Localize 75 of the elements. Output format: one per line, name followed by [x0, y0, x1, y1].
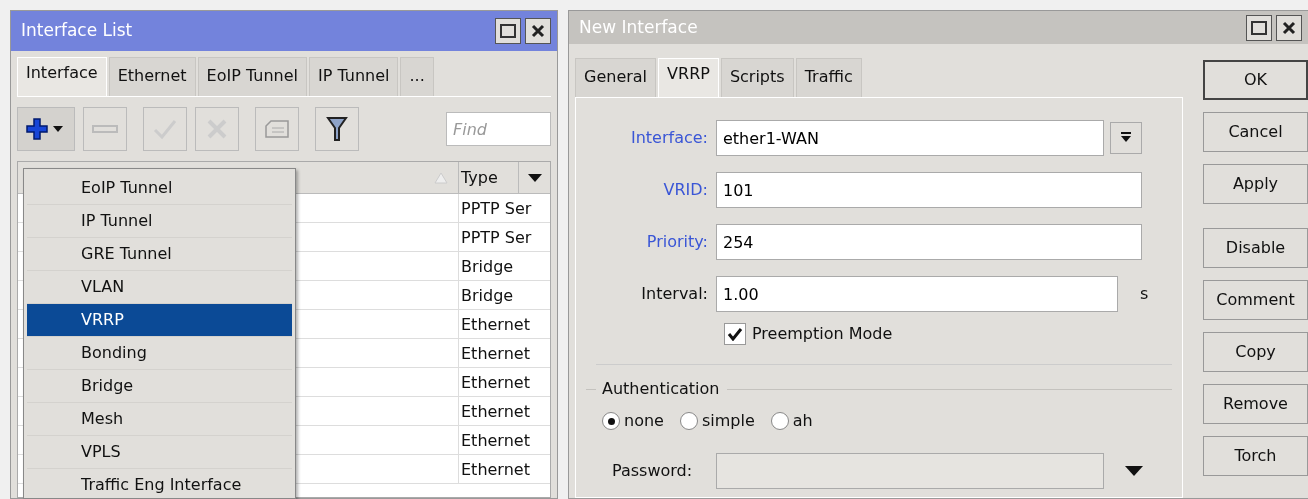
- dialog-button[interactable]: Comment: [1203, 280, 1308, 320]
- menu-item[interactable]: GRE Tunnel: [27, 238, 292, 271]
- input-field[interactable]: 101: [716, 172, 1142, 208]
- tab[interactable]: EoIP Tunnel: [197, 57, 307, 96]
- dialog-button[interactable]: Disable: [1203, 228, 1308, 268]
- menu-item[interactable]: Bonding: [27, 337, 292, 370]
- field-label: VRID:: [662, 179, 709, 201]
- menu-item[interactable]: EoIP Tunnel: [27, 172, 292, 205]
- maximize-button[interactable]: [495, 18, 521, 44]
- field-label: Password:: [611, 460, 694, 482]
- filter-button[interactable]: [315, 107, 359, 151]
- maximize-icon: [1251, 20, 1267, 35]
- tab[interactable]: Interface: [17, 57, 107, 96]
- group-title: Authentication: [602, 378, 720, 400]
- input-field[interactable]: ether1-WAN: [716, 120, 1104, 156]
- filter-icon: [326, 116, 348, 142]
- maximize-icon: [500, 24, 516, 38]
- field-label: Priority:: [645, 231, 709, 253]
- menu-item[interactable]: VRRP: [27, 304, 292, 337]
- radio-button[interactable]: none: [602, 409, 664, 433]
- radio-button[interactable]: ah: [770, 409, 813, 433]
- field-label: Interface:: [629, 127, 709, 149]
- table-cell: Ethernet: [458, 339, 550, 367]
- column-header[interactable]: Type: [458, 162, 518, 193]
- menu-item[interactable]: VPLS: [27, 436, 292, 469]
- dropdown-icon[interactable]: [1124, 465, 1144, 477]
- radio-button[interactable]: simple: [679, 409, 755, 433]
- tab[interactable]: Ethernet: [108, 57, 196, 96]
- dialog-button[interactable]: OK: [1203, 60, 1308, 100]
- minus-icon: [91, 123, 119, 135]
- window-title: Interface List: [21, 19, 133, 43]
- note-icon: [264, 118, 290, 140]
- table-cell: Ethernet: [458, 455, 550, 483]
- table-cell: Ethernet: [458, 310, 550, 338]
- dialog-button[interactable]: Cancel: [1203, 112, 1308, 152]
- sort-icon: [434, 171, 448, 184]
- close-button[interactable]: [525, 18, 551, 44]
- dropdown-button[interactable]: [1110, 122, 1142, 154]
- window-title: New Interface: [579, 15, 698, 39]
- dialog-button[interactable]: Copy: [1203, 332, 1308, 372]
- table-cell: Bridge: [458, 281, 550, 309]
- menu-item[interactable]: IP Tunnel: [27, 205, 292, 238]
- tab[interactable]: Scripts: [720, 58, 794, 97]
- checkbox[interactable]: [724, 323, 746, 345]
- tab[interactable]: ...: [400, 57, 434, 96]
- search-field[interactable]: Find: [446, 112, 551, 146]
- dialog-button[interactable]: Remove: [1203, 384, 1308, 424]
- table-cell: Ethernet: [458, 426, 550, 454]
- maximize-button[interactable]: [1246, 14, 1272, 41]
- field-label: Interval:: [640, 283, 709, 305]
- table-cell: Bridge: [458, 252, 550, 280]
- close-button[interactable]: [1276, 14, 1302, 41]
- caret-icon: [1120, 132, 1132, 144]
- checkbox-label: Preemption Mode: [752, 323, 893, 345]
- table-cell: Ethernet: [458, 368, 550, 396]
- tab[interactable]: General: [575, 58, 657, 97]
- add-button[interactable]: [17, 107, 75, 151]
- close-icon: [1282, 20, 1296, 35]
- plus-icon: [26, 116, 66, 142]
- tab[interactable]: VRRP: [658, 58, 719, 97]
- caret-icon: [526, 172, 543, 183]
- unit-label: s: [1140, 283, 1150, 305]
- menu-item[interactable]: Bridge: [27, 370, 292, 403]
- table-cell: Ethernet: [458, 397, 550, 425]
- table-cell: PPTP Ser: [458, 223, 550, 251]
- input-field[interactable]: 1.00: [716, 276, 1118, 312]
- input-field[interactable]: 254: [716, 224, 1142, 260]
- dialog-button[interactable]: Apply: [1203, 164, 1308, 204]
- menu-item[interactable]: Mesh: [27, 403, 292, 436]
- close-icon: [531, 24, 545, 38]
- tab[interactable]: Traffic: [795, 58, 862, 97]
- tab[interactable]: IP Tunnel: [308, 57, 399, 96]
- menu-item[interactable]: Traffic Eng Interface: [27, 469, 292, 499]
- dialog-button[interactable]: Torch: [1203, 436, 1308, 476]
- table-cell: PPTP Ser: [458, 194, 550, 222]
